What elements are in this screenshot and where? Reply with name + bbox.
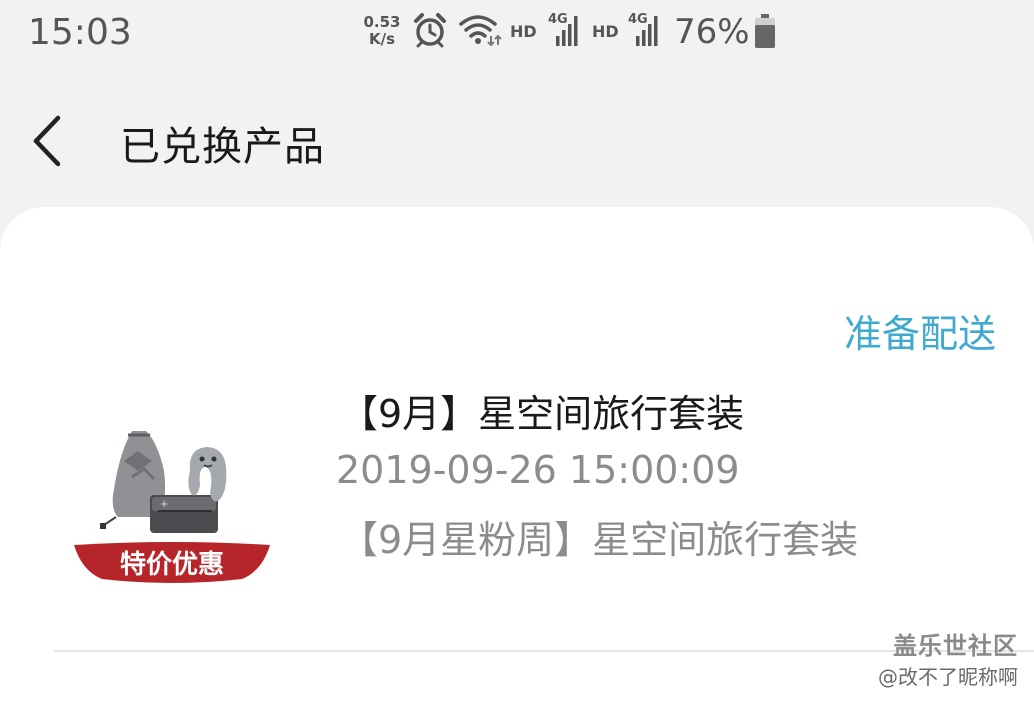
order-status: 准备配送 — [843, 312, 996, 356]
watermark-user: @改不了昵称啊 — [878, 665, 1018, 689]
wifi-icon — [459, 15, 502, 47]
signal-icon: 4G — [548, 12, 584, 48]
signal-icon: 4G — [628, 12, 664, 48]
status-bar: 15:03 0.53 K/s HD 4G HD 4G 76% — [0, 0, 1034, 68]
signal-bars-icon — [556, 16, 578, 46]
chevron-left-icon — [33, 115, 61, 167]
page-title: 已兑换产品 — [120, 124, 325, 170]
hd-label: HD — [510, 22, 537, 41]
redeem-date: 2019-09-26 15:00:09 — [336, 448, 740, 492]
header: 已兑换产品 — [0, 80, 1034, 200]
hd-label: HD — [592, 22, 619, 41]
divider — [54, 650, 1034, 652]
signal-bars-icon — [636, 16, 658, 46]
watermark-brand: 盖乐世社区 — [893, 632, 1018, 660]
back-button[interactable] — [24, 112, 74, 170]
battery-icon — [755, 14, 775, 48]
product-image[interactable]: + 特价优惠 — [72, 421, 274, 586]
svg-text:+: + — [160, 499, 168, 510]
alarm-icon — [414, 13, 446, 48]
network-speed-value: 0.53 — [363, 13, 401, 31]
battery-percent: 76% — [674, 12, 750, 52]
product-description: 【9月星粉周】星空间旅行套装 — [340, 518, 859, 562]
network-speed-unit: K/s — [368, 30, 396, 48]
product-name: 【9月】星空间旅行套装 — [340, 392, 745, 436]
image-badge-text: 特价优惠 — [120, 549, 224, 580]
network-speed: 0.53 K/s — [360, 14, 404, 48]
status-time: 15:03 — [28, 12, 132, 53]
order-card[interactable]: 准备配送 + 特价优惠 【9月】星空间旅行套装 2019-09-26 15:00… — [0, 207, 1034, 727]
